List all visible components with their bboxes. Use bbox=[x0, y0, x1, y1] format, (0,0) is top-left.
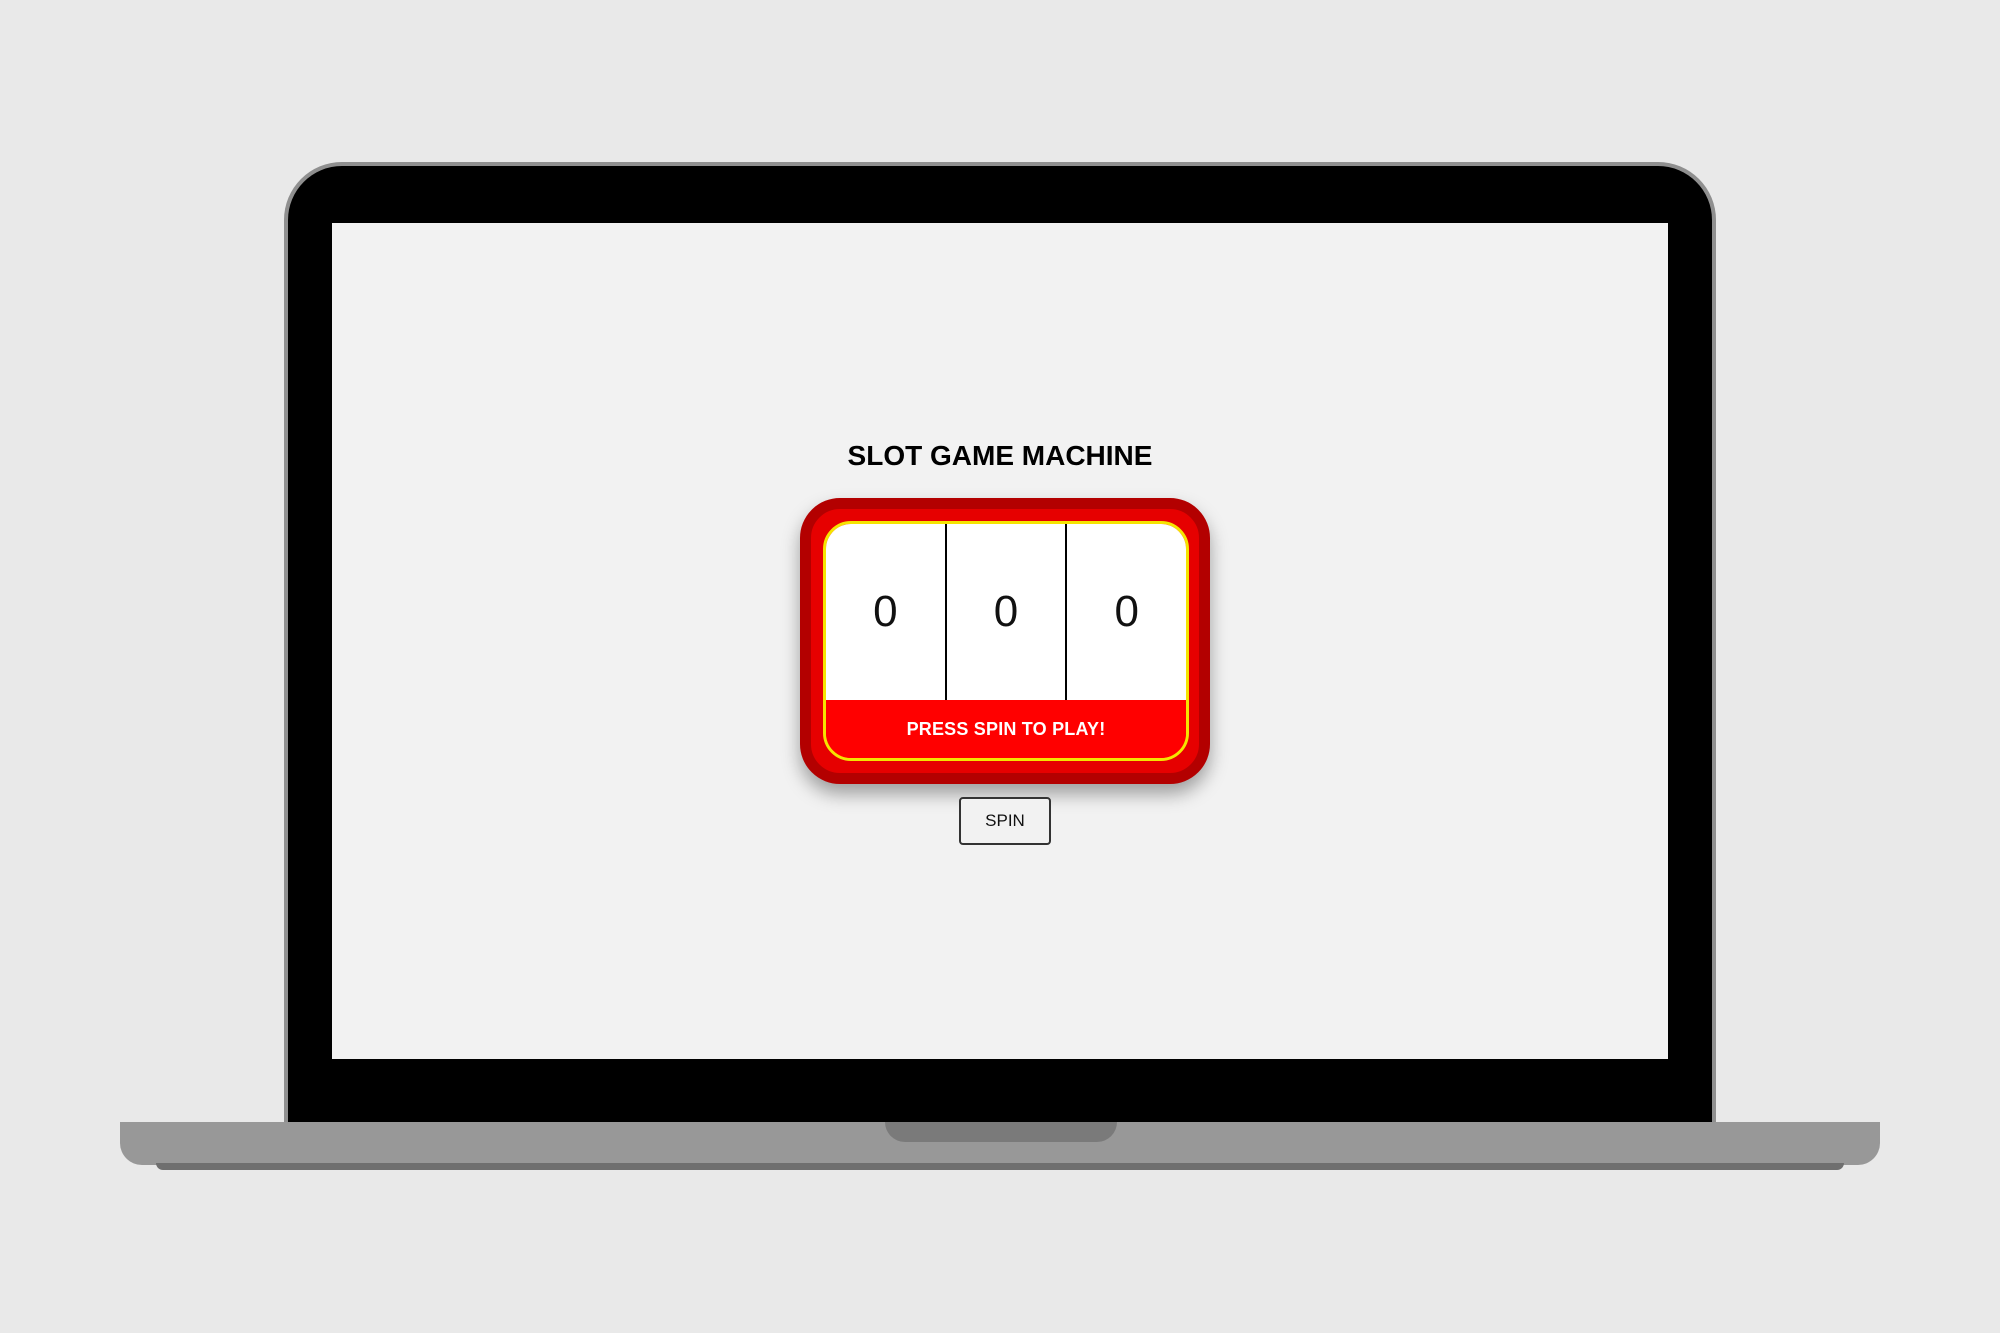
laptop-base-foot bbox=[156, 1163, 1844, 1170]
laptop-screen: SLOT GAME MACHINE 0 0 0 PRESS SPIN TO PL… bbox=[332, 223, 1668, 1059]
reel-1: 0 bbox=[826, 524, 947, 700]
spin-button[interactable]: SPIN bbox=[959, 797, 1051, 845]
reel-2: 0 bbox=[947, 524, 1068, 700]
reels: 0 0 0 bbox=[826, 524, 1186, 700]
slot-machine-window: 0 0 0 PRESS SPIN TO PLAY! bbox=[823, 521, 1189, 761]
laptop-notch bbox=[885, 1122, 1117, 1142]
page-title: SLOT GAME MACHINE bbox=[847, 440, 1153, 471]
slot-machine: 0 0 0 PRESS SPIN TO PLAY! bbox=[800, 498, 1210, 784]
status-message: PRESS SPIN TO PLAY! bbox=[826, 700, 1186, 758]
reel-3: 0 bbox=[1114, 587, 1139, 636]
